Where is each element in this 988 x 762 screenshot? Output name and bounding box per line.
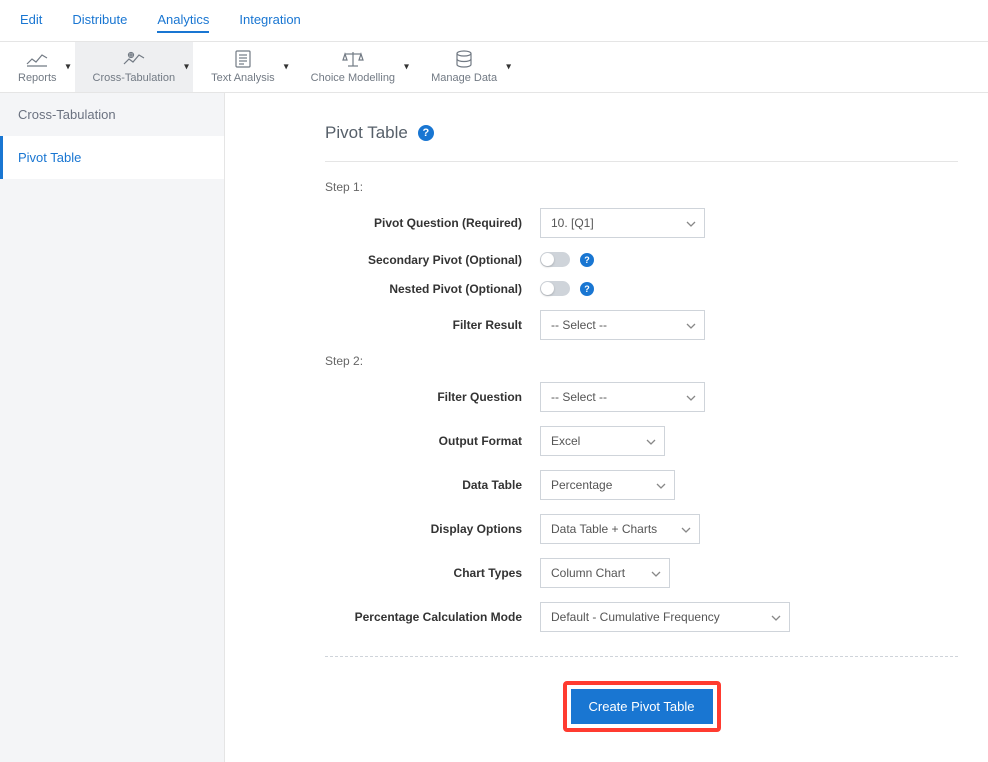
toolbar: Reports ▾ Cross-Tabulation ▾ Text Analys… — [0, 42, 988, 93]
toolbar-manage-data[interactable]: Manage Data ▾ — [413, 42, 515, 92]
filter-result-label: Filter Result — [325, 318, 540, 332]
display-options-label: Display Options — [325, 522, 540, 536]
filter-result-select[interactable]: -- Select -- — [540, 310, 705, 340]
toolbar-choice-modelling[interactable]: Choice Modelling ▾ — [293, 42, 413, 92]
select-value: -- Select -- — [551, 318, 607, 332]
divider — [325, 656, 958, 657]
nested-pivot-label: Nested Pivot (Optional) — [325, 282, 540, 296]
select-value: Default - Cumulative Frequency — [551, 610, 720, 624]
chevron-down-icon — [681, 522, 691, 536]
caret-down-icon: ▾ — [506, 62, 511, 73]
chart-line-icon — [26, 50, 48, 68]
sidebar-item-cross-tabulation[interactable]: Cross-Tabulation — [0, 93, 224, 136]
chart-types-label: Chart Types — [325, 566, 540, 580]
pivot-question-select[interactable]: 10. [Q1] — [540, 208, 705, 238]
select-value: Column Chart — [551, 566, 625, 580]
nav-distribute[interactable]: Distribute — [72, 8, 127, 33]
chevron-down-icon — [771, 610, 781, 624]
select-value: -- Select -- — [551, 390, 607, 404]
toolbar-reports[interactable]: Reports ▾ — [0, 42, 75, 92]
toolbar-label: Cross-Tabulation — [93, 72, 176, 84]
chevron-down-icon — [656, 478, 666, 492]
chevron-down-icon — [686, 216, 696, 230]
step1-label: Step 1: — [325, 180, 958, 194]
nav-integration[interactable]: Integration — [239, 8, 300, 33]
chevron-down-icon — [686, 318, 696, 332]
caret-down-icon: ▾ — [66, 62, 71, 73]
data-table-select[interactable]: Percentage — [540, 470, 675, 500]
secondary-pivot-label: Secondary Pivot (Optional) — [325, 253, 540, 267]
pivot-question-label: Pivot Question (Required) — [325, 216, 540, 230]
toolbar-text-analysis[interactable]: Text Analysis ▾ — [193, 42, 293, 92]
document-icon — [232, 50, 254, 68]
data-table-label: Data Table — [325, 478, 540, 492]
page-title: Pivot Table — [325, 123, 408, 143]
caret-down-icon: ▾ — [284, 62, 289, 73]
main-panel: Pivot Table ? Step 1: Pivot Question (Re… — [225, 93, 988, 762]
nav-edit[interactable]: Edit — [20, 8, 42, 33]
select-value: Data Table + Charts — [551, 522, 657, 536]
content-area: Cross-Tabulation Pivot Table Pivot Table… — [0, 93, 988, 762]
output-format-select[interactable]: Excel — [540, 426, 665, 456]
filter-question-select[interactable]: -- Select -- — [540, 382, 705, 412]
help-icon[interactable]: ? — [418, 125, 434, 141]
page-title-row: Pivot Table ? — [325, 123, 958, 162]
toolbar-label: Choice Modelling — [311, 72, 395, 84]
caret-down-icon: ▾ — [404, 62, 409, 73]
sidebar: Cross-Tabulation Pivot Table — [0, 93, 225, 762]
chevron-down-icon — [646, 434, 656, 448]
scale-icon — [342, 50, 364, 68]
nested-pivot-toggle[interactable] — [540, 281, 570, 296]
output-format-label: Output Format — [325, 434, 540, 448]
display-options-select[interactable]: Data Table + Charts — [540, 514, 700, 544]
toolbar-cross-tabulation[interactable]: Cross-Tabulation ▾ — [75, 42, 194, 92]
info-icon[interactable]: ? — [580, 282, 594, 296]
toolbar-label: Manage Data — [431, 72, 497, 84]
caret-down-icon: ▾ — [184, 62, 189, 73]
top-nav: Edit Distribute Analytics Integration — [0, 0, 988, 42]
sidebar-item-pivot-table[interactable]: Pivot Table — [0, 136, 224, 179]
info-icon[interactable]: ? — [580, 253, 594, 267]
chart-types-select[interactable]: Column Chart — [540, 558, 670, 588]
select-value: Percentage — [551, 478, 612, 492]
percentage-mode-label: Percentage Calculation Mode — [325, 610, 540, 624]
highlight-annotation: Create Pivot Table — [563, 681, 721, 732]
select-value: Excel — [551, 434, 580, 448]
step2-label: Step 2: — [325, 354, 958, 368]
secondary-pivot-toggle[interactable] — [540, 252, 570, 267]
nav-analytics[interactable]: Analytics — [157, 8, 209, 33]
chart-analytics-icon — [123, 50, 145, 68]
chevron-down-icon — [686, 390, 696, 404]
chevron-down-icon — [651, 566, 661, 580]
select-value: 10. [Q1] — [551, 216, 594, 230]
filter-question-label: Filter Question — [325, 390, 540, 404]
toolbar-label: Reports — [18, 72, 57, 84]
toolbar-label: Text Analysis — [211, 72, 275, 84]
percentage-mode-select[interactable]: Default - Cumulative Frequency — [540, 602, 790, 632]
database-icon — [453, 50, 475, 68]
create-pivot-table-button[interactable]: Create Pivot Table — [571, 689, 713, 724]
